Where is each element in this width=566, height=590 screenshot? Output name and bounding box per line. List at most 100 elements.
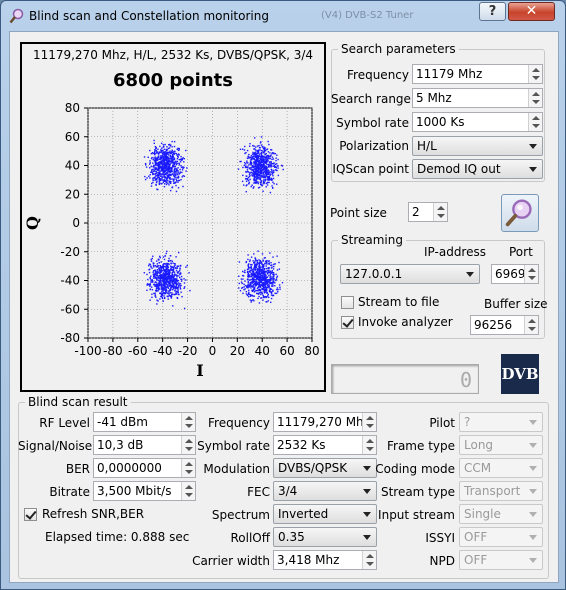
signal-noise-field[interactable]: 10,3 dB: [93, 435, 196, 455]
data-point: [153, 266, 155, 268]
data-point: [277, 289, 279, 291]
data-point: [168, 285, 171, 287]
data-point: [181, 169, 184, 171]
data-point: [180, 166, 183, 169]
result-symbol-rate-field[interactable]: 2532 Ks: [273, 435, 377, 455]
data-point: [177, 290, 179, 292]
data-point: [266, 184, 269, 186]
buffer-size-input[interactable]: 96256: [470, 315, 539, 335]
data-point: [269, 152, 271, 154]
data-point: [276, 163, 278, 165]
chevron-down-icon: [529, 535, 537, 540]
data-point: [168, 165, 170, 168]
data-point: [162, 168, 164, 170]
close-button[interactable]: ✕: [508, 2, 555, 21]
data-point: [262, 180, 265, 183]
search-range-spinner[interactable]: [528, 89, 542, 107]
chevron-down-icon: [466, 272, 474, 277]
data-point: [158, 182, 161, 184]
rf-level-field[interactable]: -41 dBm: [93, 412, 196, 432]
data-point: [161, 165, 164, 168]
data-point: [267, 296, 270, 299]
data-point: [262, 287, 265, 289]
data-point: [253, 291, 256, 293]
frequency-input[interactable]: 11179 Mhz: [412, 64, 543, 84]
data-point: [279, 286, 281, 288]
data-point: [166, 283, 168, 286]
title-bar[interactable]: Blind scan and Constellation monitoring …: [1, 1, 565, 31]
result-frequency-field[interactable]: 11179,270 Mhz: [273, 412, 377, 432]
polarization-select[interactable]: H/L: [412, 136, 543, 156]
data-point: [155, 296, 157, 298]
invoke-analyzer-checkbox[interactable]: [341, 316, 354, 329]
data-point: [250, 287, 252, 289]
port-input[interactable]: 6969: [491, 264, 539, 284]
frequency-spinner[interactable]: [528, 65, 542, 83]
point-size-spinner[interactable]: [433, 203, 447, 221]
data-point: [270, 161, 272, 163]
data-point: [271, 285, 274, 287]
rolloff-select[interactable]: 0.35: [273, 527, 377, 547]
data-point: [275, 169, 277, 171]
data-point: [175, 274, 177, 276]
data-point: [257, 276, 260, 278]
data-point: [250, 271, 252, 273]
data-point: [149, 173, 151, 176]
data-point: [261, 174, 263, 177]
data-point: [148, 163, 151, 165]
start-scan-button[interactable]: [501, 194, 539, 232]
data-point: [270, 164, 272, 166]
data-point: [173, 145, 176, 148]
ber-field[interactable]: 0,0000000: [93, 458, 196, 478]
symbol-rate-spinner[interactable]: [528, 113, 542, 131]
data-point: [156, 169, 159, 172]
data-point: [273, 263, 275, 266]
data-point: [151, 293, 153, 295]
refresh-snr-ber-checkbox[interactable]: [24, 508, 37, 521]
data-point: [176, 179, 178, 182]
iqscan-point-select[interactable]: Demod IQ out: [412, 159, 543, 179]
stream-to-file-label[interactable]: Stream to file: [358, 295, 439, 309]
x-tick-label: -60: [128, 344, 148, 358]
input-stream-value: Single: [464, 507, 501, 521]
spectrum-select[interactable]: Inverted: [273, 504, 377, 524]
port-spinner[interactable]: [524, 265, 538, 283]
data-point: [258, 153, 261, 155]
carrier-width-field[interactable]: 3,418 Mhz: [273, 550, 377, 570]
stream-to-file-checkbox[interactable]: [341, 296, 354, 309]
data-point: [154, 289, 157, 292]
data-point: [257, 182, 260, 185]
data-point: [158, 282, 160, 284]
data-point: [269, 289, 271, 291]
data-point: [159, 158, 162, 160]
data-point: [262, 271, 265, 273]
bitrate-field[interactable]: 3,500 Mbit/s: [93, 481, 196, 501]
help-button[interactable]: ?: [479, 2, 506, 21]
data-point: [166, 292, 168, 294]
data-point: [256, 264, 258, 266]
modulation-select[interactable]: DVBS/QPSK: [273, 458, 377, 478]
point-size-input[interactable]: 2: [408, 202, 448, 222]
refresh-snr-ber-label[interactable]: Refresh SNR,BER: [42, 507, 144, 521]
search-range-input[interactable]: 5 Mhz: [412, 88, 543, 108]
data-point: [265, 280, 268, 282]
data-point: [253, 148, 256, 150]
data-point: [158, 151, 161, 154]
buffer-size-spinner[interactable]: [524, 316, 538, 334]
data-point: [178, 271, 180, 273]
data-point: [270, 171, 272, 173]
data-point: [271, 185, 273, 187]
data-point: [261, 274, 264, 277]
invoke-analyzer-label[interactable]: Invoke analyzer: [358, 315, 453, 329]
data-point: [274, 292, 276, 295]
data-point: [277, 167, 279, 169]
fec-select[interactable]: 3/4: [273, 481, 377, 501]
data-point: [157, 285, 159, 287]
data-point: [258, 165, 260, 167]
data-point: [264, 167, 266, 170]
data-point: [172, 293, 174, 296]
symbol-rate-input[interactable]: 1000 Ks: [412, 112, 543, 132]
data-point: [170, 286, 172, 288]
data-point: [257, 164, 260, 166]
ip-address-select[interactable]: 127.0.0.1: [340, 264, 480, 284]
